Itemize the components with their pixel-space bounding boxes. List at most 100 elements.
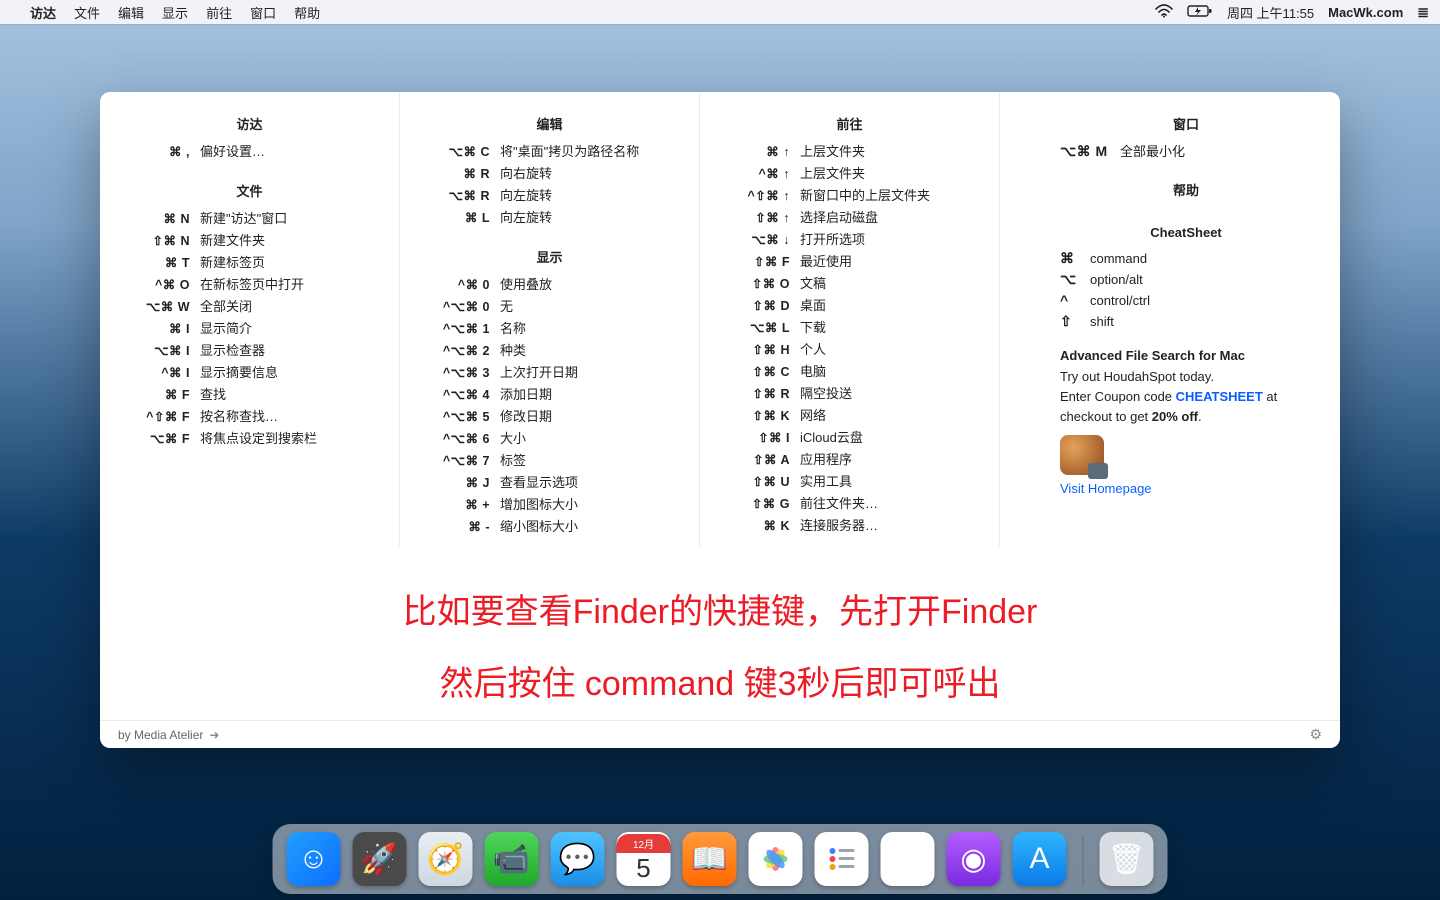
shortcut-label: 最近使用 — [800, 251, 979, 272]
dock-music[interactable]: ♫ — [881, 832, 935, 886]
shortcut-label: 将"桌面"拷贝为路径名称 — [500, 141, 679, 162]
shortcut-keys: ^⌥⌘ 3 — [420, 363, 500, 384]
shortcut-label: 显示摘要信息 — [200, 362, 379, 383]
shortcut-label: 显示简介 — [200, 318, 379, 339]
ad-title: Advanced File Search for Mac — [1060, 348, 1310, 363]
clock[interactable]: 周四 上午11:55 — [1227, 3, 1314, 22]
shortcut-row: ⌥option/alt — [1060, 269, 1310, 290]
shortcut-keys: ^⌘ O — [120, 275, 200, 296]
shortcut-row: ⌘ R向右旋转 — [420, 163, 679, 185]
shortcut-keys: ⌥⌘ R — [420, 186, 500, 207]
dock-calendar[interactable]: 12月 5 — [617, 832, 671, 886]
shortcut-label: 标签 — [500, 450, 679, 471]
shortcut-row: ^⌥⌘ 7标签 — [420, 450, 679, 472]
menu-window[interactable]: 窗口 — [250, 3, 276, 22]
shortcut-keys: ^ — [1060, 290, 1090, 311]
shortcut-keys: ⌥⌘ ↓ — [720, 230, 800, 251]
battery-icon[interactable] — [1187, 4, 1213, 21]
shortcut-keys: ⌘ ↑ — [720, 142, 800, 163]
shortcut-keys: ⇧⌘ O — [720, 274, 800, 295]
shortcut-label: 选择启动磁盘 — [800, 207, 979, 228]
menu-file[interactable]: 文件 — [74, 3, 100, 22]
shortcut-keys: ⇧⌘ R — [720, 384, 800, 405]
dock-photos[interactable] — [749, 832, 803, 886]
shortcut-label: 网络 — [800, 405, 979, 426]
shortcut-label: 个人 — [800, 339, 979, 360]
houdahspot-icon — [1060, 435, 1104, 475]
section-go: 前往 — [720, 110, 979, 141]
shortcut-keys: ⌘ - — [420, 517, 500, 538]
shortcut-label: 偏好设置… — [200, 141, 379, 162]
shortcut-row: ⇧⌘ C电脑 — [720, 361, 979, 383]
dock-appstore[interactable]: A — [1013, 832, 1067, 886]
menu-view[interactable]: 显示 — [162, 3, 188, 22]
shortcut-row: ⌥⌘ F将焦点设定到搜索栏 — [120, 428, 379, 450]
shortcut-row: ⌘ ,偏好设置… — [120, 141, 379, 163]
shortcut-keys: ⇧⌘ K — [720, 406, 800, 427]
shortcut-keys: ⌘ N — [120, 209, 200, 230]
shortcut-row: ⇧⌘ U实用工具 — [720, 471, 979, 493]
ad-line1: Try out HoudahSpot today. — [1060, 369, 1214, 384]
shortcut-row: ^control/ctrl — [1060, 290, 1310, 311]
section-help: 帮助 — [1060, 176, 1310, 207]
dock-trash[interactable]: 🗑 — [1100, 832, 1154, 886]
ad-body: Try out HoudahSpot today. Enter Coupon c… — [1060, 367, 1310, 427]
shortcut-label: 前往文件夹… — [800, 493, 979, 514]
dock-facetime[interactable]: 📹 — [485, 832, 539, 886]
shortcut-keys: ⌘ J — [420, 473, 500, 494]
shortcut-label: 名称 — [500, 318, 679, 339]
shortcut-keys: ⇧⌘ N — [120, 231, 200, 252]
calendar-day: 5 — [636, 853, 650, 884]
shortcut-label: 桌面 — [800, 295, 979, 316]
hamburger-icon[interactable]: ≣ — [1417, 4, 1428, 21]
menu-go[interactable]: 前往 — [206, 3, 232, 22]
dock-podcasts[interactable]: ◉ — [947, 832, 1001, 886]
shortcut-label: 下载 — [800, 317, 979, 338]
dock-books[interactable]: 📖 — [683, 832, 737, 886]
shortcut-label: 无 — [500, 296, 679, 317]
shortcut-row: ⌥⌘ I显示检查器 — [120, 340, 379, 362]
menu-edit[interactable]: 编辑 — [118, 3, 144, 22]
shortcut-row: ⌘ J查看显示选项 — [420, 472, 679, 494]
visit-homepage-link[interactable]: Visit Homepage — [1060, 481, 1152, 496]
shortcut-keys: ⇧⌘ F — [720, 252, 800, 273]
shortcut-row: ⌘ K连接服务器… — [720, 515, 979, 537]
site-label[interactable]: MacWk.com — [1328, 5, 1403, 20]
menubar-right: 周四 上午11:55 MacWk.com ≣ — [1155, 3, 1428, 22]
shortcut-row: ⇧⌘ R隔空投送 — [720, 383, 979, 405]
shortcut-row: ⇧⌘ N新建文件夹 — [120, 230, 379, 252]
wifi-icon[interactable] — [1155, 4, 1173, 21]
shortcut-row: ⌥⌘ L下载 — [720, 317, 979, 339]
shortcut-row: ^⌘ I显示摘要信息 — [120, 362, 379, 384]
shortcut-keys: ^⌥⌘ 6 — [420, 429, 500, 450]
shortcut-label: 添加日期 — [500, 384, 679, 405]
dock-launchpad[interactable]: 🚀 — [353, 832, 407, 886]
shortcut-keys: ^⌥⌘ 0 — [420, 297, 500, 318]
footer-gear-icon[interactable]: ⚙ — [1309, 726, 1322, 743]
dock-messages[interactable]: 💬 — [551, 832, 605, 886]
shortcut-row: ⇧⌘ F最近使用 — [720, 251, 979, 273]
shortcut-row: ⌘command — [1060, 248, 1310, 269]
shortcut-keys: ⌘ T — [120, 253, 200, 274]
shortcut-label: 新窗口中的上层文件夹 — [800, 185, 979, 206]
shortcut-label: 大小 — [500, 428, 679, 449]
footer-by[interactable]: by Media Atelier — [118, 728, 203, 742]
shortcut-label: 显示检查器 — [200, 340, 379, 361]
menu-help[interactable]: 帮助 — [294, 3, 320, 22]
shortcut-keys: ⇧⌘ I — [720, 428, 800, 449]
shortcut-label: 应用程序 — [800, 449, 979, 470]
shortcut-label: 上层文件夹 — [800, 163, 979, 184]
dock-safari[interactable]: 🧭 — [419, 832, 473, 886]
dock-reminders[interactable] — [815, 832, 869, 886]
shortcut-row: ^⌥⌘ 2种类 — [420, 340, 679, 362]
dock-finder[interactable]: ☺ — [287, 832, 341, 886]
shortcut-row: ⌘ T新建标签页 — [120, 252, 379, 274]
footer-arrow-icon[interactable]: ➜ — [209, 728, 219, 742]
section-cheatsheet: CheatSheet — [1060, 221, 1310, 248]
shortcut-row: ⇧⌘ O文稿 — [720, 273, 979, 295]
shortcut-label: 全部关闭 — [200, 296, 379, 317]
shortcut-keys: ⌥ — [1060, 269, 1090, 290]
app-name[interactable]: 访达 — [30, 3, 56, 22]
ad-dot: . — [1198, 409, 1202, 424]
shortcut-keys: ⌘ — [1060, 248, 1090, 269]
